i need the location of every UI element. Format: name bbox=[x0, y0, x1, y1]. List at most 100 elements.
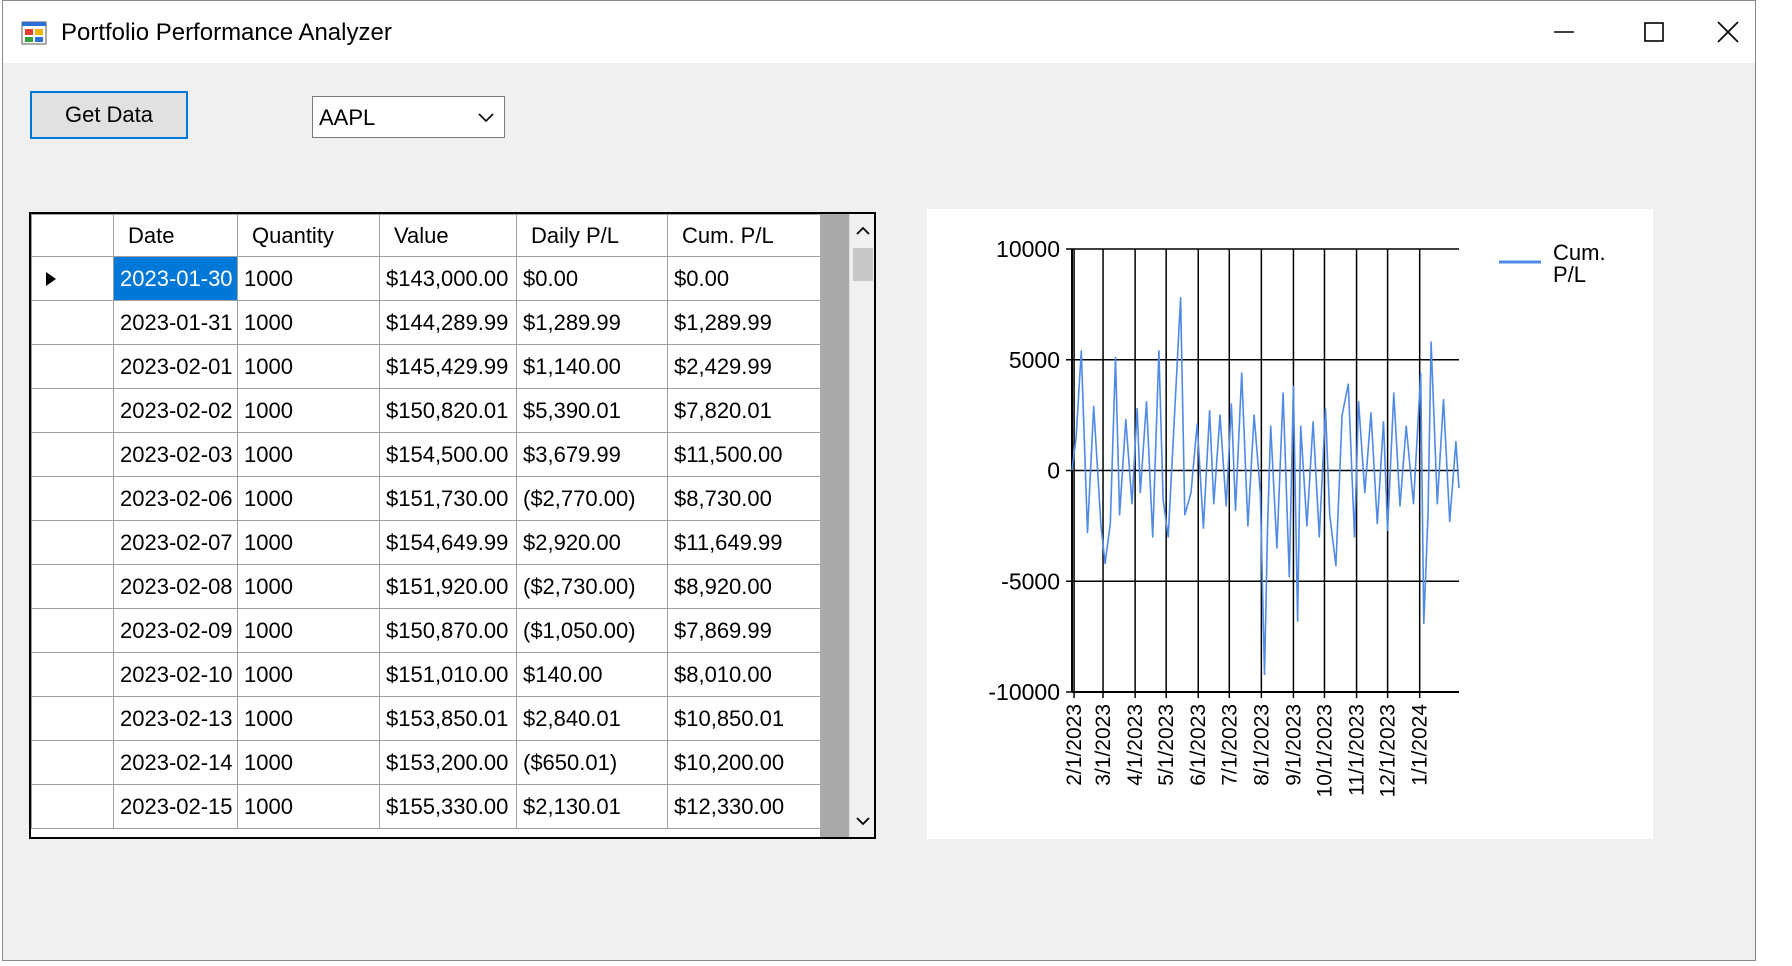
table-row[interactable]: 2023-02-10 1000 $151,010.00 $140.00 $8,010.0… bbox=[31, 652, 823, 697]
cell-quantity[interactable]: 1000 bbox=[237, 564, 380, 609]
cell-cum-pl[interactable]: $0.00 bbox=[667, 256, 823, 301]
close-button[interactable] bbox=[1699, 1, 1757, 63]
cell-value[interactable]: $155,330.00 bbox=[379, 784, 517, 829]
table-row[interactable]: 2023-02-02 1000 $150,820.01 $5,390.01 $7,820… bbox=[31, 388, 823, 433]
cell-daily-pl[interactable]: ($2,730.00) bbox=[516, 564, 668, 609]
cell-date[interactable]: 2023-02-09 bbox=[113, 608, 238, 653]
row-header[interactable] bbox=[31, 300, 114, 345]
cell-cum-pl[interactable]: $11,500.00 bbox=[667, 432, 823, 477]
cell-date[interactable]: 2023-02-08 bbox=[113, 564, 238, 609]
row-header[interactable] bbox=[31, 388, 114, 433]
cell-quantity[interactable]: 1000 bbox=[237, 344, 380, 389]
column-header-daily-pl[interactable]: Daily P/L bbox=[516, 214, 668, 257]
cell-quantity[interactable]: 1000 bbox=[237, 652, 380, 697]
scroll-down-icon[interactable] bbox=[854, 814, 872, 828]
row-header[interactable] bbox=[31, 520, 114, 565]
table-row[interactable]: 2023-02-14 1000 $153,200.00 ($650.01) $10,20… bbox=[31, 740, 823, 785]
cell-daily-pl[interactable]: $1,140.00 bbox=[516, 344, 668, 389]
cell-daily-pl[interactable]: $1,289.99 bbox=[516, 300, 668, 345]
cell-value[interactable]: $154,500.00 bbox=[379, 432, 517, 477]
row-header[interactable] bbox=[31, 256, 114, 301]
column-header-cum-pl[interactable]: Cum. P/L bbox=[667, 214, 823, 257]
cell-value[interactable]: $151,920.00 bbox=[379, 564, 517, 609]
cell-value[interactable]: $150,870.00 bbox=[379, 608, 517, 653]
cell-daily-pl[interactable]: ($650.01) bbox=[516, 740, 668, 785]
cell-value[interactable]: $151,730.00 bbox=[379, 476, 517, 521]
row-header[interactable] bbox=[31, 740, 114, 785]
cell-value[interactable]: $145,429.99 bbox=[379, 344, 517, 389]
cell-cum-pl[interactable]: $10,850.01 bbox=[667, 696, 823, 741]
cell-value[interactable]: $154,649.99 bbox=[379, 520, 517, 565]
table-row[interactable]: 2023-02-15 1000 $155,330.00 $2,130.01 $12,33… bbox=[31, 784, 823, 829]
cell-value[interactable]: $150,820.01 bbox=[379, 388, 517, 433]
table-row[interactable]: 2023-02-01 1000 $145,429.99 $1,140.00 $2,429… bbox=[31, 344, 823, 389]
cell-daily-pl[interactable]: $2,920.00 bbox=[516, 520, 668, 565]
cell-cum-pl[interactable]: $11,649.99 bbox=[667, 520, 823, 565]
cell-quantity[interactable]: 1000 bbox=[237, 696, 380, 741]
cell-date[interactable]: 2023-02-01 bbox=[113, 344, 238, 389]
cell-quantity[interactable]: 1000 bbox=[237, 608, 380, 653]
column-header-quantity[interactable]: Quantity bbox=[237, 214, 380, 257]
cell-cum-pl[interactable]: $10,200.00 bbox=[667, 740, 823, 785]
cell-cum-pl[interactable]: $12,330.00 bbox=[667, 784, 823, 829]
cell-daily-pl[interactable]: $5,390.01 bbox=[516, 388, 668, 433]
row-header[interactable] bbox=[31, 564, 114, 609]
row-header[interactable] bbox=[31, 608, 114, 653]
column-header-value[interactable]: Value bbox=[379, 214, 517, 257]
cell-daily-pl[interactable]: ($1,050.00) bbox=[516, 608, 668, 653]
cell-quantity[interactable]: 1000 bbox=[237, 740, 380, 785]
cell-quantity[interactable]: 1000 bbox=[237, 784, 380, 829]
cell-daily-pl[interactable]: $2,130.01 bbox=[516, 784, 668, 829]
row-header[interactable] bbox=[31, 432, 114, 477]
row-header[interactable] bbox=[31, 696, 114, 741]
cell-value[interactable]: $144,289.99 bbox=[379, 300, 517, 345]
cell-date[interactable]: 2023-02-13 bbox=[113, 696, 238, 741]
cell-daily-pl[interactable]: ($2,770.00) bbox=[516, 476, 668, 521]
cell-daily-pl[interactable]: $3,679.99 bbox=[516, 432, 668, 477]
scrollbar-thumb[interactable] bbox=[853, 248, 873, 281]
cell-cum-pl[interactable]: $7,820.01 bbox=[667, 388, 823, 433]
table-row[interactable]: 2023-02-13 1000 $153,850.01 $2,840.01 $10,85… bbox=[31, 696, 823, 741]
cell-cum-pl[interactable]: $8,010.00 bbox=[667, 652, 823, 697]
table-row[interactable]: 2023-02-06 1000 $151,730.00 ($2,770.00) $8,7… bbox=[31, 476, 823, 521]
cell-cum-pl[interactable]: $8,730.00 bbox=[667, 476, 823, 521]
cell-date[interactable]: 2023-02-03 bbox=[113, 432, 238, 477]
cell-date[interactable]: 2023-02-02 bbox=[113, 388, 238, 433]
row-header[interactable] bbox=[31, 784, 114, 829]
row-header[interactable] bbox=[31, 652, 114, 697]
cell-value[interactable]: $153,200.00 bbox=[379, 740, 517, 785]
title-bar[interactable]: Portfolio Performance Analyzer bbox=[3, 1, 1755, 63]
cell-date[interactable]: 2023-01-30 bbox=[113, 256, 238, 301]
cell-quantity[interactable]: 1000 bbox=[237, 432, 380, 477]
table-row[interactable]: 2023-01-31 1000 $144,289.99 $1,289.99 $1,289… bbox=[31, 300, 823, 345]
cell-quantity[interactable]: 1000 bbox=[237, 256, 380, 301]
cell-date[interactable]: 2023-02-07 bbox=[113, 520, 238, 565]
data-grid[interactable]: Date Quantity Value Daily P/L Cum. P/L 2… bbox=[29, 212, 876, 839]
row-header[interactable] bbox=[31, 344, 114, 389]
cell-date[interactable]: 2023-02-10 bbox=[113, 652, 238, 697]
table-row[interactable]: 2023-02-08 1000 $151,920.00 ($2,730.00) $8,9… bbox=[31, 564, 823, 609]
cell-quantity[interactable]: 1000 bbox=[237, 388, 380, 433]
cell-date[interactable]: 2023-02-14 bbox=[113, 740, 238, 785]
column-header-date[interactable]: Date bbox=[113, 214, 238, 257]
cell-quantity[interactable]: 1000 bbox=[237, 476, 380, 521]
table-row[interactable]: 2023-01-30 1000 $143,000.00 $0.00 $0.00 bbox=[31, 256, 823, 301]
vertical-scrollbar[interactable] bbox=[849, 214, 874, 837]
cell-date[interactable]: 2023-01-31 bbox=[113, 300, 238, 345]
cell-quantity[interactable]: 1000 bbox=[237, 300, 380, 345]
cell-cum-pl[interactable]: $2,429.99 bbox=[667, 344, 823, 389]
row-header[interactable] bbox=[31, 476, 114, 521]
cell-daily-pl[interactable]: $0.00 bbox=[516, 256, 668, 301]
cell-cum-pl[interactable]: $8,920.00 bbox=[667, 564, 823, 609]
cell-quantity[interactable]: 1000 bbox=[237, 520, 380, 565]
cell-value[interactable]: $153,850.01 bbox=[379, 696, 517, 741]
cell-daily-pl[interactable]: $140.00 bbox=[516, 652, 668, 697]
cell-daily-pl[interactable]: $2,840.01 bbox=[516, 696, 668, 741]
cell-value[interactable]: $151,010.00 bbox=[379, 652, 517, 697]
get-data-button[interactable]: Get Data bbox=[30, 91, 188, 139]
table-row[interactable]: 2023-02-09 1000 $150,870.00 ($1,050.00) $7,8… bbox=[31, 608, 823, 653]
ticker-dropdown[interactable]: AAPL bbox=[312, 96, 505, 138]
minimize-button[interactable] bbox=[1519, 1, 1609, 63]
maximize-button[interactable] bbox=[1609, 1, 1699, 63]
cell-cum-pl[interactable]: $1,289.99 bbox=[667, 300, 823, 345]
